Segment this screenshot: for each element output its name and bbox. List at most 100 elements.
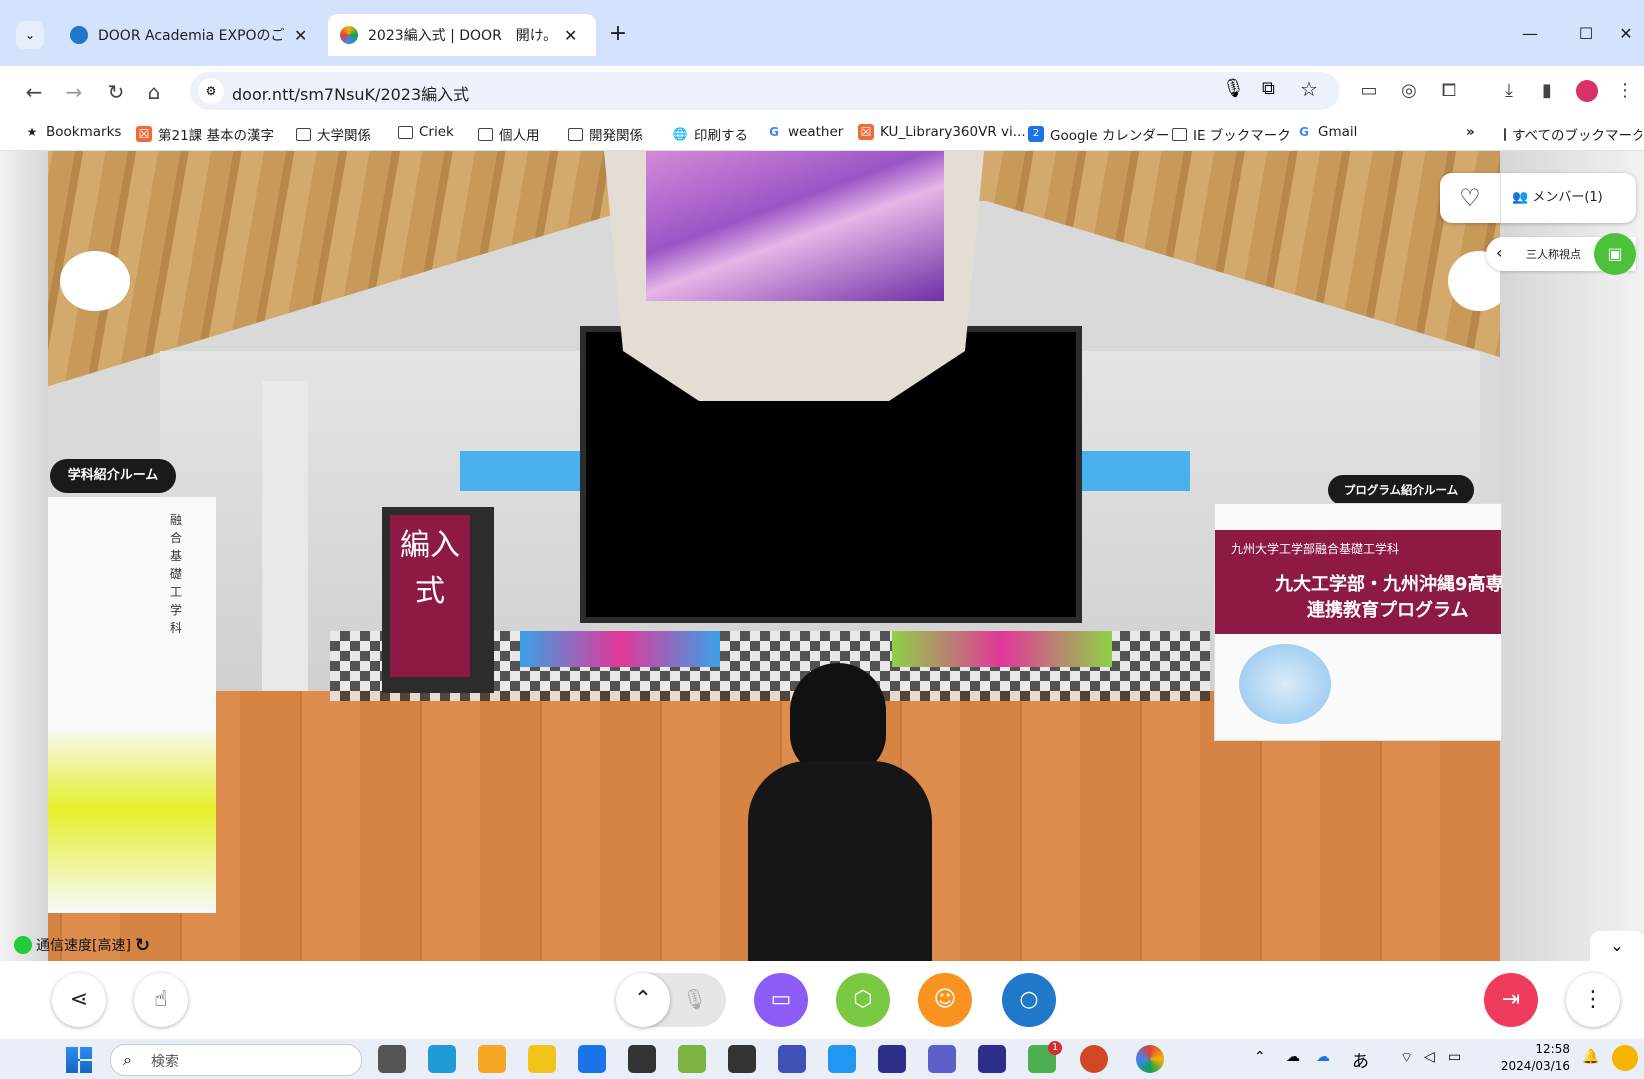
bookmark-daigaku[interactable]: 大学関係 xyxy=(296,124,371,144)
mail-icon[interactable] xyxy=(578,1045,606,1073)
app-icon[interactable] xyxy=(678,1045,706,1073)
hand-button[interactable]: ☝ xyxy=(134,973,188,1027)
windows-start-icon[interactable] xyxy=(66,1047,92,1073)
mic-off-icon[interactable]: 🎙 xyxy=(682,987,707,1011)
download-icon[interactable]: ⤓ xyxy=(1494,76,1524,106)
terminal-icon[interactable] xyxy=(628,1045,656,1073)
site-info-icon[interactable]: ⚙ xyxy=(198,78,224,104)
left-department-banner[interactable]: 融合基礎工学科 xyxy=(48,497,216,913)
maximize-button[interactable]: ☐ xyxy=(1566,20,1606,48)
taskbar-search[interactable]: ⌕ 検索 xyxy=(110,1044,362,1076)
url-text[interactable]: door.ntt/sm7NsuK/2023編入式 xyxy=(232,81,469,105)
copilot-icon[interactable] xyxy=(1612,1045,1638,1071)
chevron-up-icon[interactable]: ⌃ xyxy=(1254,1049,1266,1065)
mic-blocked-icon[interactable]: 🎙 xyxy=(1222,78,1245,99)
new-tab-button[interactable]: + xyxy=(604,20,632,48)
share-button[interactable]: ⋖ xyxy=(52,973,106,1027)
wifi-icon[interactable]: ⌔ xyxy=(1400,1049,1413,1067)
chevron-down-icon[interactable]: ⌄ xyxy=(1590,931,1644,961)
terminal-icon[interactable] xyxy=(728,1045,756,1073)
bookmark-kaihatsu[interactable]: 開発関係 xyxy=(568,124,643,144)
close-icon[interactable]: ✕ xyxy=(564,26,577,45)
bookmark-criek[interactable]: Criek xyxy=(398,124,454,140)
edge-icon[interactable] xyxy=(428,1045,456,1073)
minimize-button[interactable]: — xyxy=(1510,20,1550,48)
side-panel-icon[interactable]: ▮ xyxy=(1532,76,1562,106)
bookmark-star-icon[interactable]: ☆ xyxy=(1300,77,1318,101)
more-button[interactable]: ⋮ xyxy=(1566,973,1620,1027)
tab-search-button[interactable]: ⌄ xyxy=(16,21,44,49)
chrome-icon[interactable] xyxy=(1136,1045,1164,1073)
bookmark-ie[interactable]: IE ブックマーク xyxy=(1172,124,1291,144)
right-program-banner[interactable]: 九州大学工学部融合基礎工学科 九大工学部・九州沖縄9高専 連携教育プログラム xyxy=(1214,503,1504,741)
tab-door-academia[interactable]: DOOR Academia EXPOのご案内 ✕ xyxy=(58,14,318,56)
camera-icon[interactable]: ▣ xyxy=(1594,233,1636,275)
forward-button[interactable]: → xyxy=(58,76,90,108)
menu-kebab-icon[interactable]: ⋮ xyxy=(1610,76,1640,106)
chevron-left-icon[interactable]: ‹ xyxy=(1496,243,1502,262)
ceiling-lamp xyxy=(60,251,130,311)
bookmark-ku-library[interactable]: ☒ KU_Library360VR vi... xyxy=(858,124,1026,140)
google-icon: G xyxy=(1299,125,1309,139)
members-label: メンバー(1) xyxy=(1532,190,1603,205)
webex-icon[interactable] xyxy=(978,1045,1006,1073)
webex-icon[interactable] xyxy=(878,1045,906,1073)
tab-2023-hennyushiki[interactable]: 2023編入式 | DOOR 開け。次の ✕ xyxy=(328,14,596,56)
profile-avatar[interactable] xyxy=(1572,76,1602,106)
battery-icon[interactable]: ▭ xyxy=(1448,1049,1461,1065)
ime-indicator[interactable]: あ xyxy=(1352,1047,1369,1072)
home-button[interactable]: ⌂ xyxy=(138,76,170,108)
reload-button[interactable]: ↻ xyxy=(100,76,132,108)
cast-icon[interactable]: ▭ xyxy=(1354,76,1384,106)
screen-share-button[interactable]: ▭ xyxy=(754,973,808,1027)
remote-desktop-icon[interactable] xyxy=(778,1045,806,1073)
install-app-icon[interactable]: ⧉ xyxy=(1262,78,1275,99)
bookmark-label: 開発関係 xyxy=(589,128,643,144)
bookmark-weather[interactable]: Gweather xyxy=(766,124,843,140)
view-mode-toggle[interactable]: ‹ 三人称視点 ▣ xyxy=(1486,233,1636,275)
object-button[interactable]: ⬡ xyxy=(836,973,890,1027)
close-icon[interactable]: ✕ xyxy=(294,26,307,45)
window-close-button[interactable]: ✕ xyxy=(1606,20,1644,48)
extensions-puzzle-icon[interactable]: ⧠ xyxy=(1434,76,1464,106)
taskbar-clock[interactable]: 12:58 2024/03/16 xyxy=(1490,1041,1570,1075)
bookmark-bookmarks[interactable]: ★ Bookmarks xyxy=(24,124,122,140)
exit-button[interactable]: ⇥ xyxy=(1484,973,1538,1027)
bookmark-label: 第21課 基本の漢字 xyxy=(158,128,274,144)
left-room-sign[interactable]: 学科紹介ルーム xyxy=(50,459,176,493)
bookmark-google-calendar[interactable]: 2 Google カレンダー xyxy=(1028,124,1169,144)
status-dot-icon xyxy=(14,936,32,954)
notepad-icon[interactable] xyxy=(828,1045,856,1073)
bookmark-kanji[interactable]: ☒ 第21課 基本の漢字 xyxy=(136,124,274,144)
right-room-sign[interactable]: プログラム紹介ルーム xyxy=(1328,475,1474,505)
back-button[interactable]: ← xyxy=(18,76,50,108)
address-bar[interactable]: ⚙ door.ntt/sm7NsuK/2023編入式 🎙 ⧉ ☆ xyxy=(190,72,1340,110)
store-icon[interactable] xyxy=(478,1045,506,1073)
screen-share-icon: ▭ xyxy=(770,987,792,1012)
expand-button[interactable]: ⌃ xyxy=(616,973,670,1027)
powerpoint-icon[interactable] xyxy=(1080,1045,1108,1073)
emoji-button[interactable]: ☺ xyxy=(918,973,972,1027)
onedrive-icon[interactable]: ☁ xyxy=(1316,1049,1330,1065)
task-view-icon[interactable] xyxy=(378,1045,406,1073)
bookmark-print[interactable]: 🌐 印刷する xyxy=(672,124,748,144)
extension-icon[interactable]: ◎ xyxy=(1394,76,1424,106)
refresh-icon[interactable]: ↻ xyxy=(135,935,150,956)
seats-right xyxy=(892,631,1112,667)
metaverse-viewport[interactable]: 学科紹介ルーム 融合基礎工学科 編入式 プログラム紹介ルーム 九州大学工学部融合… xyxy=(0,151,1644,961)
notification-bell-icon[interactable]: 🔔 xyxy=(1582,1049,1599,1065)
explorer-icon[interactable] xyxy=(528,1045,556,1073)
teams-icon[interactable] xyxy=(928,1045,956,1073)
bookmark-kojin[interactable]: 個人用 xyxy=(478,124,540,144)
all-bookmarks-folder[interactable]: すべてのブックマーク xyxy=(1504,124,1642,144)
cloud-icon[interactable]: ☁ xyxy=(1286,1049,1300,1065)
more-bookmarks-button[interactable]: » xyxy=(1466,124,1475,140)
volume-icon[interactable]: ◁ xyxy=(1424,1049,1435,1065)
heart-icon[interactable]: ♡ xyxy=(1440,173,1501,223)
program-banner-line2: 連携教育プログラム xyxy=(1307,600,1469,621)
more-icon: ⋮ xyxy=(1582,987,1604,1012)
chat-button[interactable]: ○ xyxy=(1002,973,1056,1027)
members-button[interactable]: 👥 メンバー(1) xyxy=(1512,173,1603,223)
folder-icon xyxy=(478,127,493,141)
bookmark-gmail[interactable]: G Gmail xyxy=(1296,124,1357,140)
